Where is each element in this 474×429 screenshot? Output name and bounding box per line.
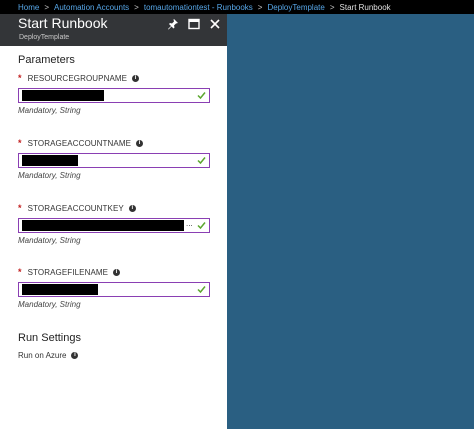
- pin-icon[interactable]: [167, 18, 179, 30]
- required-marker: *: [18, 267, 22, 277]
- field-label-text: RESOURCEGROUPNAME: [27, 73, 128, 83]
- field-hint: Mandatory, String: [18, 171, 81, 180]
- field-label: * STORAGEACCOUNTKEY i: [18, 202, 210, 214]
- run-on-setting: Run on Azure i: [18, 351, 79, 360]
- run-settings-heading: Run Settings: [18, 332, 81, 344]
- info-icon[interactable]: i: [136, 139, 144, 147]
- blade-controls: [167, 18, 221, 30]
- field-label-text: STORAGEACCOUNTNAME: [27, 138, 132, 148]
- breadcrumb-separator: >: [44, 2, 50, 12]
- parameters-heading: Parameters: [18, 54, 75, 66]
- check-icon: [197, 92, 206, 100]
- blade-subtitle: DeployTemplate: [19, 34, 70, 41]
- breadcrumb-separator: >: [257, 2, 263, 12]
- resourcegroupname-input[interactable]: [18, 88, 210, 103]
- breadcrumb-deploy-template[interactable]: DeployTemplate: [267, 3, 324, 12]
- maximize-icon[interactable]: [188, 18, 200, 30]
- check-icon: [197, 157, 206, 165]
- redacted-value: [22, 90, 104, 101]
- breadcrumb-automation-accounts[interactable]: Automation Accounts: [54, 3, 129, 12]
- field-storagefilename: * STORAGEFILENAME i Mandatory, String: [18, 266, 210, 309]
- redacted-value: [22, 155, 78, 166]
- field-label: * RESOURCEGROUPNAME i: [18, 72, 210, 84]
- required-marker: *: [18, 73, 22, 83]
- value-overflow-ellipsis: ...: [186, 219, 193, 228]
- breadcrumb: Home > Automation Accounts > tomautomati…: [0, 0, 474, 14]
- field-hint: Mandatory, String: [18, 300, 81, 309]
- blade-title: Start Runbook: [18, 15, 108, 31]
- required-marker: *: [18, 203, 22, 213]
- redacted-value: [22, 220, 184, 231]
- redacted-value: [22, 284, 98, 295]
- info-icon[interactable]: i: [128, 204, 136, 212]
- field-label-text: STORAGEACCOUNTKEY: [27, 203, 124, 213]
- start-runbook-blade: Start Runbook DeployTemplate Parameters …: [0, 14, 227, 429]
- field-hint: Mandatory, String: [18, 106, 81, 115]
- breadcrumb-home[interactable]: Home: [18, 3, 39, 12]
- required-marker: *: [18, 138, 22, 148]
- check-icon: [197, 222, 206, 230]
- info-icon[interactable]: i: [113, 268, 121, 276]
- field-resourcegroupname: * RESOURCEGROUPNAME i Mandatory, String: [18, 72, 210, 115]
- breadcrumb-current: Start Runbook: [339, 2, 391, 12]
- storageaccountkey-input[interactable]: ...: [18, 218, 210, 233]
- field-label: * STORAGEACCOUNTNAME i: [18, 137, 210, 149]
- info-icon[interactable]: i: [71, 352, 79, 359]
- field-label: * STORAGEFILENAME i: [18, 266, 210, 278]
- field-hint: Mandatory, String: [18, 236, 81, 245]
- close-icon[interactable]: [209, 18, 221, 30]
- breadcrumb-separator: >: [134, 2, 139, 12]
- storagefilename-input[interactable]: [18, 282, 210, 297]
- check-icon: [197, 286, 206, 294]
- storageaccountname-input[interactable]: [18, 153, 210, 168]
- breadcrumb-separator: >: [329, 2, 335, 12]
- info-icon[interactable]: i: [132, 74, 140, 82]
- breadcrumb-runbooks[interactable]: tomautomationtest - Runbooks: [144, 3, 253, 12]
- blade-header: Start Runbook DeployTemplate: [0, 14, 227, 46]
- run-on-label: Run on Azure: [18, 351, 67, 360]
- field-storageaccountname: * STORAGEACCOUNTNAME i Mandatory, String: [18, 137, 210, 180]
- field-label-text: STORAGEFILENAME: [27, 267, 109, 277]
- field-storageaccountkey: * STORAGEACCOUNTKEY i ... Mandatory, Str…: [18, 202, 210, 245]
